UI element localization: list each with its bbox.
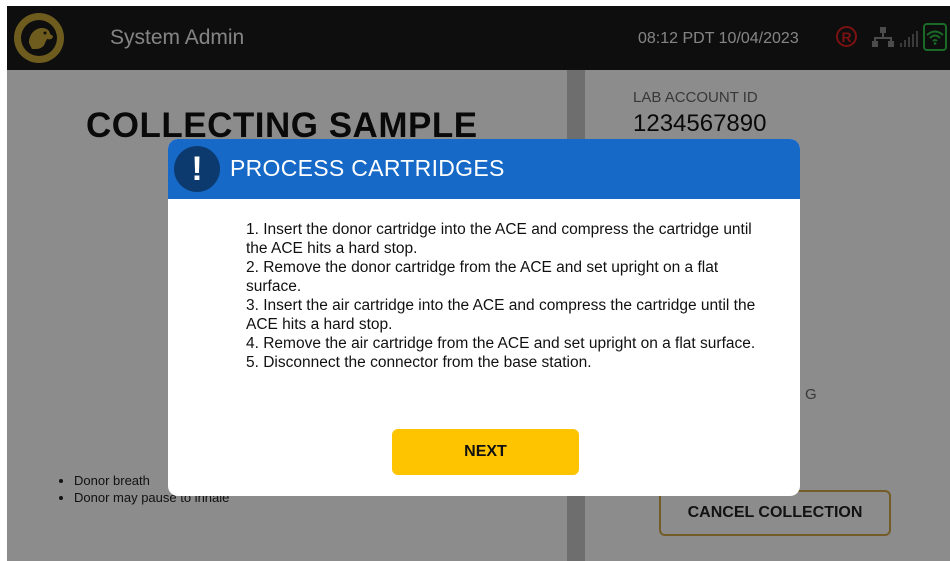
dialog-header: ! PROCESS CARTRIDGES (168, 139, 800, 199)
process-cartridges-dialog: ! PROCESS CARTRIDGES 1. Insert the donor… (168, 139, 800, 496)
alert-icon: ! (174, 146, 220, 192)
instruction-step: 5. Disconnect the connector from the bas… (246, 354, 592, 371)
dialog-title: PROCESS CARTRIDGES (230, 155, 505, 181)
instruction-steps: 1. Insert the donor cartridge into the A… (246, 220, 776, 372)
app-screen: System Admin 08:12 PDT 10/04/2023 R COLL… (7, 6, 950, 561)
instruction-step: 4. Remove the air cartridge from the ACE… (246, 335, 756, 352)
next-button[interactable]: NEXT (392, 429, 579, 475)
instruction-step: 3. Insert the air cartridge into the ACE… (246, 297, 756, 333)
instruction-step: 2. Remove the donor cartridge from the A… (246, 259, 719, 295)
instruction-step: 1. Insert the donor cartridge into the A… (246, 221, 752, 257)
